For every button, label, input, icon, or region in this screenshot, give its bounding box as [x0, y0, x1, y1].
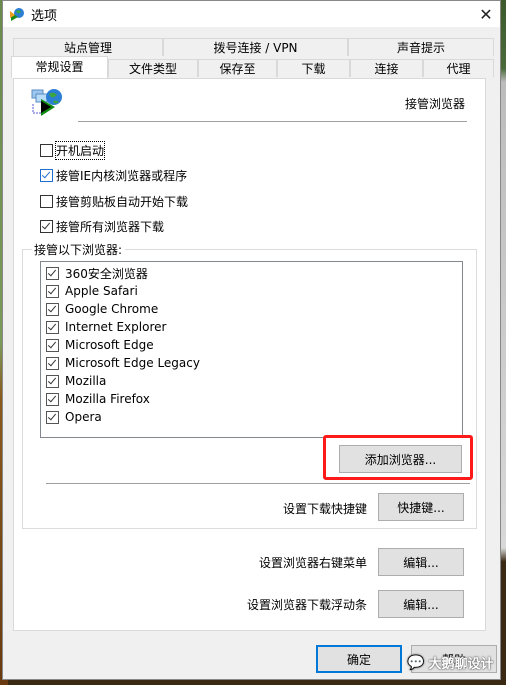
tab-label: 拨号连接 / VPN [213, 41, 298, 55]
browser-label: Opera [65, 410, 102, 424]
tab-label: 保存至 [219, 62, 256, 76]
ie-integration-checkbox[interactable]: 接管IE内核浏览器或程序 [40, 167, 187, 184]
checkbox-box[interactable] [46, 284, 59, 298]
checkbox-box[interactable] [46, 266, 59, 280]
hotkey-button[interactable]: 快捷键... [378, 493, 464, 521]
groupbox-label: 接管以下浏览器: [32, 241, 126, 258]
tab-label: 声音提示 [396, 41, 445, 55]
tab-label: 连接 [374, 62, 399, 76]
add-browser-button[interactable]: 添加浏览器... [339, 445, 462, 473]
checkbox-label: 接管IE内核浏览器或程序 [56, 169, 188, 183]
checkbox-box[interactable] [40, 195, 53, 208]
checkbox-label: 接管所有浏览器下载 [56, 220, 165, 234]
float-bar-label: 设置浏览器下载浮动条 [246, 598, 367, 612]
checkbox-label: 开机启动 [54, 141, 106, 160]
checkbox-box[interactable] [46, 374, 59, 388]
browser-label: Apple Safari [65, 284, 138, 298]
checkbox-box[interactable] [40, 144, 53, 157]
button-label: 添加浏览器... [364, 452, 437, 467]
general-settings-panel: 接管浏览器 开机启动 接管IE内核浏览器或程序 接管剪贴板自动开始下载 接管所有… [13, 78, 486, 631]
title-bar: 选项 ✕ [3, 1, 500, 27]
hotkey-label: 设置下载快捷键 [282, 502, 367, 516]
button-label: 编辑... [403, 597, 439, 612]
watermark: 💬 大鹅聊设计 [407, 653, 494, 673]
tab-site-management[interactable]: 站点管理 [13, 38, 163, 56]
checkbox-label: 接管剪贴板自动开始下载 [56, 195, 189, 209]
checkbox-box[interactable] [46, 320, 59, 334]
checkbox-box[interactable] [40, 169, 53, 182]
browser-integration-icon [31, 89, 62, 116]
browser-label: Google Chrome [65, 302, 159, 316]
ok-button[interactable]: 确定 [316, 645, 402, 673]
button-label: 快捷键... [397, 500, 445, 515]
tab-general-settings[interactable]: 常规设置 [11, 56, 108, 78]
tab-label: 站点管理 [63, 41, 112, 55]
tab-connection[interactable]: 连接 [350, 59, 423, 77]
context-menu-label: 设置浏览器右键菜单 [258, 556, 367, 570]
edit-context-menu-button[interactable]: 编辑... [378, 548, 464, 576]
idm-app-icon [10, 8, 24, 21]
edit-float-bar-button[interactable]: 编辑... [378, 590, 464, 618]
checkbox-box[interactable] [46, 302, 59, 316]
tab-save-to[interactable]: 保存至 [198, 59, 277, 77]
browser-item-mozilla[interactable]: Mozilla [46, 372, 106, 390]
browser-item-safari[interactable]: Apple Safari [46, 282, 138, 300]
browser-label: Internet Explorer [65, 320, 167, 334]
browser-item-ie[interactable]: Internet Explorer [46, 318, 166, 336]
tab-file-types[interactable]: 文件类型 [108, 59, 198, 77]
browser-list[interactable]: 360安全浏览器 Apple Safari Google Chrome Inte… [40, 261, 463, 438]
browser-label: Mozilla Firefox [65, 392, 150, 406]
desktop-background-right [501, 0, 506, 685]
options-dialog: 选项 ✕ 站点管理 拨号连接 / VPN 声音提示 常规设置 文件类型 保存至 … [2, 0, 501, 680]
browser-item-firefox[interactable]: Mozilla Firefox [46, 390, 150, 408]
tab-downloads[interactable]: 下载 [277, 59, 350, 77]
startup-checkbox[interactable]: 开机启动 [40, 141, 106, 160]
tab-label: 文件类型 [128, 62, 177, 76]
browser-label: Microsoft Edge [65, 338, 154, 352]
tab-proxy[interactable]: 代理 [423, 59, 494, 77]
checkbox-box[interactable] [46, 356, 59, 370]
browser-label: 360安全浏览器 [65, 266, 148, 281]
checkbox-box[interactable] [46, 410, 59, 424]
checkbox-box[interactable] [46, 392, 59, 406]
browser-item-chrome[interactable]: Google Chrome [46, 300, 158, 318]
browser-label: Mozilla [65, 374, 107, 388]
tab-label: 常规设置 [35, 60, 84, 74]
tab-label: 下载 [301, 62, 326, 76]
close-icon: ✕ [479, 4, 493, 24]
button-label: 确定 [346, 652, 371, 667]
header-divider [78, 121, 467, 122]
tab-label: 代理 [446, 62, 471, 76]
browser-item-edge[interactable]: Microsoft Edge [46, 336, 154, 354]
clipboard-monitor-checkbox[interactable]: 接管剪贴板自动开始下载 [40, 193, 188, 210]
checkbox-box[interactable] [40, 220, 53, 233]
tab-sound-alerts[interactable]: 声音提示 [348, 38, 494, 56]
watermark-text: 大鹅聊设计 [428, 657, 494, 672]
tab-dialup-vpn[interactable]: 拨号连接 / VPN [163, 38, 348, 56]
section-title: 接管浏览器 [404, 97, 465, 111]
browser-item-opera[interactable]: Opera [46, 408, 102, 426]
button-label: 编辑... [403, 555, 439, 570]
checkbox-box[interactable] [46, 338, 59, 352]
wechat-icon: 💬 [407, 654, 425, 671]
close-button[interactable]: ✕ [472, 1, 500, 27]
browser-item-edge-legacy[interactable]: Microsoft Edge Legacy [46, 354, 200, 372]
separator [46, 483, 470, 484]
browser-item-360[interactable]: 360安全浏览器 [46, 264, 148, 282]
window-title: 选项 [31, 8, 58, 24]
browser-label: Microsoft Edge Legacy [65, 356, 200, 370]
all-browsers-checkbox[interactable]: 接管所有浏览器下载 [40, 218, 164, 235]
